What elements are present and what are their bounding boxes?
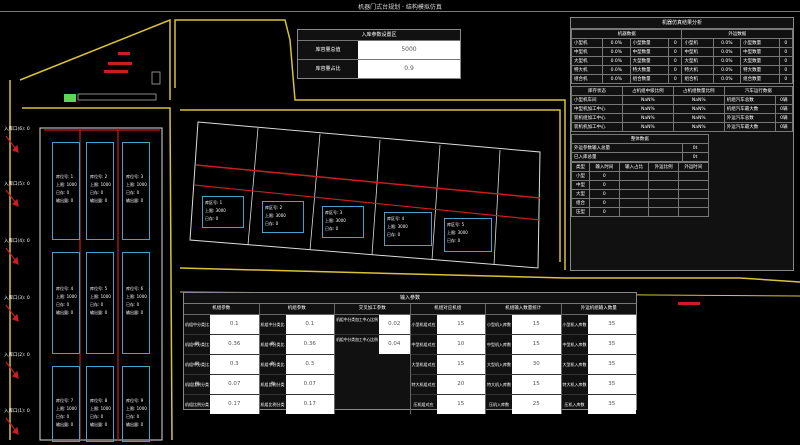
param-input[interactable]: 10 bbox=[436, 335, 485, 354]
param-col-3: 交叉加工参数 机组中分类加工中心比例 0.02 机组中分类加工中心比例 0.04 bbox=[335, 304, 411, 414]
table-row: 大型 0 bbox=[570, 189, 709, 199]
table-row: 装机组加工中心 NaN% NaN% 外运汽车总数 0辆 bbox=[571, 113, 794, 123]
dock-8[interactable]: 库位号: 8 上限: 1000 已存: 0 输出量: 0 bbox=[86, 366, 114, 442]
param-input[interactable]: 25 bbox=[512, 395, 561, 414]
param-input-ratio[interactable]: 0.9 bbox=[358, 60, 460, 78]
center-bay-2[interactable]: 库区号: 2 上限: 3000 已存: 0 bbox=[262, 201, 304, 233]
param-input[interactable]: 0.04 bbox=[379, 335, 410, 354]
inbound-params-title: 入库参数设置区 bbox=[298, 30, 460, 41]
dock-2[interactable]: 库位号: 2 上限: 1000 已存: 0 输出量: 0 bbox=[86, 142, 114, 240]
param-input[interactable]: 15 bbox=[436, 355, 485, 374]
dock-3[interactable]: 库位号: 3 上限: 1000 已存: 0 输出量: 0 bbox=[122, 142, 150, 240]
param-input[interactable]: 0.02 bbox=[379, 315, 410, 334]
table-row: 中型 0 bbox=[570, 180, 709, 190]
param-input[interactable]: 35 bbox=[587, 395, 636, 414]
param-input[interactable]: 0.1 bbox=[210, 315, 259, 334]
road-inner bbox=[180, 109, 561, 262]
param-input[interactable]: 0.07 bbox=[285, 375, 334, 394]
table-row: 中型机加工中心 NaN% NaN% 机组汽车最大数 0辆 bbox=[571, 104, 794, 114]
dock-9[interactable]: 库位号: 9 上限: 1000 已存: 0 输出量: 0 bbox=[122, 366, 150, 442]
center-bay-5[interactable]: 库区号: 5 上限: 3000 已存: 0 bbox=[444, 218, 492, 252]
param-input[interactable]: 35 bbox=[587, 355, 636, 374]
table-row: 特大机 0.0% 特大数量 0 特大机 0.0% 特大数量 0 bbox=[570, 65, 794, 75]
site-boundary-left-diag bbox=[19, 18, 171, 100]
dock-5[interactable]: 库位号: 5 上限: 1000 已存: 0 输出量: 0 bbox=[86, 252, 114, 354]
param-input[interactable]: 0.17 bbox=[285, 395, 334, 414]
table-row: 中型机 0.0% 中型数量 0 中型机 0.0% 中型数量 0 bbox=[570, 47, 794, 57]
dock-6[interactable]: 库位号: 6 上限: 1000 已存: 0 输出量: 0 bbox=[122, 252, 150, 354]
entrance-label-6: 入库口(6): 0 bbox=[4, 127, 30, 132]
param-input[interactable]: 35 bbox=[587, 315, 636, 334]
table-row: 组合机 0.0% 组合数量 0 组合机 0.0% 组合数量 0 bbox=[570, 74, 794, 84]
results-panel: 机器仿真结果分析 机器数据 外运数据 小型机 0.0% 小型数量 0 小型机 0.0% 小… bbox=[570, 17, 794, 271]
param-col-5: 机组输入数量统计 小型机入库数 15 中型机入库数 15 大型机入库数 30 特大机入… bbox=[486, 304, 562, 414]
param-input[interactable]: 15 bbox=[512, 335, 561, 354]
dock-4[interactable]: 库位号: 4 上限: 1000 已存: 0 输出量: 0 bbox=[52, 252, 80, 354]
dock-1[interactable]: 库位号: 1 上限: 1000 已存: 0 输出量: 0 bbox=[52, 142, 80, 240]
table-row: 大型机 0.0% 大型数量 0 大型机 0.0% 大型数量 0 bbox=[570, 56, 794, 66]
entrance-label-4: 入库口(4): 0 bbox=[4, 239, 30, 244]
param-input[interactable]: 35 bbox=[587, 335, 636, 354]
inbound-params-panel: 入库参数设置区 库容量总值 5000 库容量占比 0.9 bbox=[297, 29, 461, 79]
param-input[interactable]: 35 bbox=[587, 375, 636, 394]
input-params-panel: 输入参数 机组参数 机组中分类比例 0.1 机组中分类比例 0.36 机组中分类比例… bbox=[183, 292, 637, 414]
param-input[interactable]: 30 bbox=[512, 355, 561, 374]
entrance-label-2: 入库口(2): 0 bbox=[4, 353, 30, 358]
param-label-capacity: 库容量总值 bbox=[315, 47, 341, 53]
center-bay-4[interactable]: 库区号: 4 上限: 3000 已存: 0 bbox=[384, 212, 432, 246]
table-row: 外运参数输入总量 0t bbox=[571, 143, 709, 153]
param-col-6: 外运机组输入数量 小型机入库数 35 中型机入库数 35 大型机入库数 35 特大机入… bbox=[561, 304, 636, 414]
center-bay-3[interactable]: 库区号: 3 上限: 3000 已存: 0 bbox=[322, 206, 364, 238]
param-input[interactable]: 0.3 bbox=[210, 355, 259, 374]
param-input[interactable]: 0.07 bbox=[210, 375, 259, 394]
param-col-1: 机组参数 机组中分类比例 0.1 机组中分类比例 0.36 机组中分类比例 0.3 机… bbox=[184, 304, 260, 414]
param-input[interactable]: 15 bbox=[512, 375, 561, 394]
entrance-label-5: 入库口(5): 0 bbox=[4, 182, 30, 187]
table-row: 压型 0 bbox=[570, 207, 709, 217]
param-input[interactable]: 0.17 bbox=[210, 395, 259, 414]
results-section-4: 类型 输入时间 输入占比 外运比例 外运时间 小型 0 中型 0 大型 0 组合 0 压型 0 bbox=[570, 162, 709, 217]
param-input[interactable]: 15 bbox=[436, 315, 485, 334]
param-input[interactable]: 0.36 bbox=[210, 335, 259, 354]
table-row: 小型机 0.0% 小型数量 0 小型机 0.0% 小型数量 0 bbox=[570, 38, 794, 48]
param-input[interactable]: 15 bbox=[512, 315, 561, 334]
param-input-capacity[interactable]: 5000 bbox=[358, 41, 460, 59]
table-row: 已入库总量 0t bbox=[571, 152, 709, 162]
param-input[interactable]: 0.3 bbox=[285, 355, 334, 374]
entrance-label-3: 入库口(3): 0 bbox=[4, 296, 30, 301]
param-col-4: 机组对应机组 小型机组对应 15 中型机组对应 10 大型机组对应 15 特大机组对应… bbox=[410, 304, 486, 414]
results-section-3: 整体数据 外运参数输入总量 0t 已入库总量 0t bbox=[571, 134, 709, 162]
table-row: 组合 0 bbox=[570, 198, 709, 208]
center-red-track-2 bbox=[193, 184, 541, 221]
results-title: 机器仿真结果分析 bbox=[571, 18, 793, 29]
entrance-label-1: 入库口(1): 0 bbox=[4, 409, 30, 414]
param-input[interactable]: 15 bbox=[436, 395, 485, 414]
table-row: 小型机车间 NaN% NaN% 机组汽车总数 0辆 bbox=[571, 95, 794, 105]
results-section-2: 库存状态 占机组中级比例 占机组数量比例 汽车运行数据 小型机车间 NaN% NaN… bbox=[571, 86, 794, 132]
dock-7[interactable]: 库位号: 7 上限: 1000 已存: 0 输出量: 0 bbox=[52, 366, 80, 442]
center-bay-1[interactable]: 库区号: 1 上限: 3000 已存: 0 bbox=[202, 196, 244, 228]
table-row: 小型 0 bbox=[570, 171, 709, 181]
gate-marker bbox=[64, 94, 76, 102]
results-section-1: 机器数据 外运数据 小型机 0.0% 小型数量 0 小型机 0.0% 小型数量 0 中型机 0… bbox=[570, 29, 794, 84]
center-red-track-1 bbox=[195, 164, 541, 199]
param-input[interactable]: 20 bbox=[436, 375, 485, 394]
param-input[interactable]: 0.1 bbox=[285, 315, 334, 334]
param-col-2: 机组参数 机组中分类比例 0.1 机组中分类比例 0.36 机组中分类比例 0.3 机… bbox=[259, 304, 335, 414]
param-input[interactable]: 0.36 bbox=[285, 335, 334, 354]
input-params-title: 输入参数 bbox=[184, 293, 636, 304]
input-params-grid: 机组参数 机组中分类比例 0.1 机组中分类比例 0.36 机组中分类比例 0.3 机… bbox=[184, 304, 636, 414]
param-label-ratio: 库容量占比 bbox=[315, 66, 341, 72]
table-row: 装机机加工中心 NaN% NaN% 外运汽车最大数 0辆 bbox=[571, 122, 794, 132]
